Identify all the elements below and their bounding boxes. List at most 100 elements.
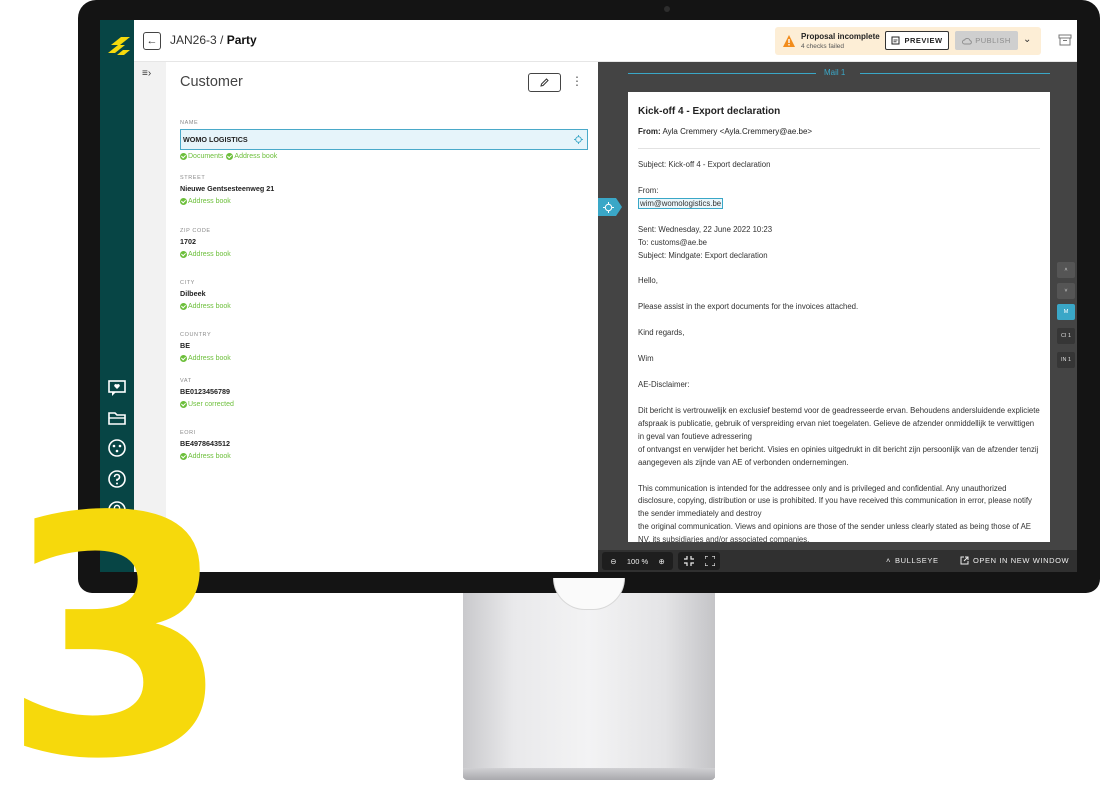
check-circle-icon — [180, 251, 187, 258]
source-tag: Address book — [180, 355, 231, 362]
field-value[interactable]: Nieuwe Gentsesteenweg 21 — [180, 184, 588, 193]
field-vat: VAT BE0123456789 User corrected — [180, 378, 588, 408]
bullseye-locator[interactable] — [598, 198, 622, 216]
edit-button[interactable] — [528, 73, 561, 92]
cloud-upload-icon — [962, 37, 972, 44]
tab-divider — [628, 73, 816, 74]
scroll-down-button[interactable]: ˅ — [1057, 283, 1075, 299]
name-value-input[interactable]: WOMO LOGISTICS — [180, 129, 588, 150]
disclaimer-dutch-text-2: of ontvangst en verwijder het bericht. V… — [638, 444, 1039, 467]
forwarded-from: From: wim@womologistics.be — [638, 185, 1040, 211]
archive-icon[interactable] — [1058, 34, 1072, 46]
fit-width-icon[interactable] — [683, 556, 694, 566]
zoom-control: ⊖ 100 % ⊕ — [602, 552, 673, 570]
highlighted-email[interactable]: wim@womologistics.be — [638, 197, 724, 209]
pencil-icon — [540, 78, 549, 87]
source-label: Address book — [188, 198, 231, 205]
field-value[interactable]: BE4978643512 — [180, 439, 588, 448]
from-label: From: — [638, 127, 661, 136]
proposal-alert[interactable]: Proposal incomplete 4 checks failed PREV… — [775, 27, 1041, 55]
signature: Wim — [638, 354, 654, 364]
source-label: Address book — [188, 251, 231, 258]
field-value[interactable]: BE0123456789 — [180, 387, 588, 396]
bullseye-icon[interactable] — [574, 135, 583, 144]
more-options-icon[interactable]: ⋮ — [571, 74, 583, 88]
disclaimer-english-text: This communication is intended for the a… — [638, 483, 1032, 519]
mail-tab-label: Mail 1 — [824, 68, 846, 77]
source-label: User corrected — [188, 401, 234, 408]
alert-subtitle: 4 checks failed — [801, 43, 844, 50]
brand-logo-icon[interactable] — [105, 33, 131, 59]
warning-icon — [783, 35, 795, 47]
source-label: Address book — [188, 355, 231, 362]
field-name: NAME WOMO LOGISTICS Documents Address bo… — [180, 120, 588, 160]
viewer-toolbar: ⊖ 100 % ⊕ ˄ BULLSEYE OPEN IN NEW WINDOW — [598, 550, 1077, 572]
field-value[interactable]: 1702 — [180, 237, 588, 246]
disclaimer-dutch: Dit bericht is vertrouwelijk en exclusie… — [638, 405, 1040, 470]
field-eori: EORI BE4978643512 Address book — [180, 430, 588, 460]
back-button[interactable]: ← — [143, 32, 161, 50]
collapse-panel-icon[interactable]: ≡› — [142, 68, 151, 79]
field-city: CITY Dilbeek Address book — [180, 280, 588, 310]
zoom-out-icon[interactable]: ⊖ — [610, 557, 616, 566]
check-circle-icon — [180, 153, 187, 160]
field-label: NAME — [180, 120, 199, 126]
breadcrumb-id[interactable]: JAN26-3 / — [170, 33, 223, 47]
zoom-in-icon[interactable]: ⊕ — [659, 557, 665, 566]
source-tag: Address book — [180, 303, 231, 310]
publish-button[interactable]: PUBLISH — [955, 31, 1018, 50]
source-label: Address book — [188, 303, 231, 310]
field-sources: User corrected — [180, 401, 588, 408]
monitor-stand-base — [463, 768, 715, 780]
forwarded-from-label: From: — [638, 185, 659, 195]
disclaimer-heading: AE-Disclaimer: — [638, 380, 690, 390]
field-sources: Address book — [180, 303, 588, 310]
sent-line: Sent: Wednesday, 22 June 2022 10:23 — [638, 224, 773, 234]
open-new-window-link[interactable]: OPEN IN NEW WINDOW — [960, 556, 1069, 565]
source-tag: Address book — [180, 251, 231, 258]
step-number: 3 — [2, 447, 232, 785]
from-value: Ayla Cremmery <Ayla.Cremmery@ae.be> — [662, 127, 813, 136]
disclaimer-english-text-2: the original communication. Views and op… — [638, 522, 1031, 542]
chevron-down-icon[interactable]: ⌄ — [1023, 34, 1031, 45]
field-label: EORI — [180, 430, 196, 436]
doc-nav-tab[interactable]: IN 1 — [1057, 352, 1075, 368]
doc-nav-tab[interactable]: CI 1 — [1057, 328, 1075, 344]
bullseye-toggle[interactable]: ˄ BULLSEYE — [886, 556, 939, 565]
field-label: CITY — [180, 280, 195, 286]
panel-title: Customer — [180, 74, 243, 90]
email-from: From: Ayla Cremmery <Ayla.Cremmery@ae.be… — [638, 127, 1040, 149]
scroll-up-button[interactable]: ˄ — [1057, 262, 1075, 278]
field-street: STREET Nieuwe Gentsesteenweg 21 Address … — [180, 175, 588, 205]
field-sources: Documents Address book — [180, 153, 588, 160]
mail-tab[interactable]: Mail 1 — [628, 68, 1050, 78]
zoom-level: 100 % — [626, 556, 649, 566]
preview-button[interactable]: PREVIEW — [885, 31, 949, 50]
folder-icon[interactable] — [106, 407, 128, 429]
field-sources: Address book — [180, 453, 588, 460]
preview-icon — [891, 36, 900, 45]
monitor-camera — [664, 6, 670, 12]
document-viewer: Mail 1 Kick-off 4 - Export declaration F… — [598, 62, 1077, 572]
disclaimer-english: This communication is intended for the a… — [638, 483, 1040, 543]
field-value[interactable]: BE — [180, 341, 588, 350]
subject-line: Subject: Kick-off 4 - Export declaration — [638, 160, 771, 169]
field-sources: Address book — [180, 251, 588, 258]
doc-nav-tab[interactable]: M — [1057, 304, 1075, 320]
field-sources: Address book — [180, 355, 588, 362]
feedback-icon[interactable] — [106, 377, 128, 399]
bullseye-label: BULLSEYE — [894, 556, 939, 565]
check-circle-icon — [226, 153, 234, 160]
source-tag: Documents — [180, 153, 223, 160]
field-label: COUNTRY — [180, 332, 212, 338]
forwarded-subject-line: Subject: Mindgate: Export declaration — [638, 250, 768, 260]
promo-stage: ← JAN26-3 / Party Proposal incomplete 4 … — [0, 0, 1100, 785]
field-value[interactable]: Dilbeek — [180, 289, 588, 298]
greeting: Hello, — [638, 276, 658, 286]
forwarded-header: Sent: Wednesday, 22 June 2022 10:23 To: c… — [638, 224, 1040, 263]
fullscreen-icon[interactable] — [704, 556, 715, 566]
field-value: WOMO LOGISTICS — [183, 135, 248, 144]
chevron-up-icon: ˄ — [1064, 267, 1068, 273]
check-circle-icon — [180, 401, 187, 408]
field-label: ZIP CODE — [180, 228, 211, 234]
